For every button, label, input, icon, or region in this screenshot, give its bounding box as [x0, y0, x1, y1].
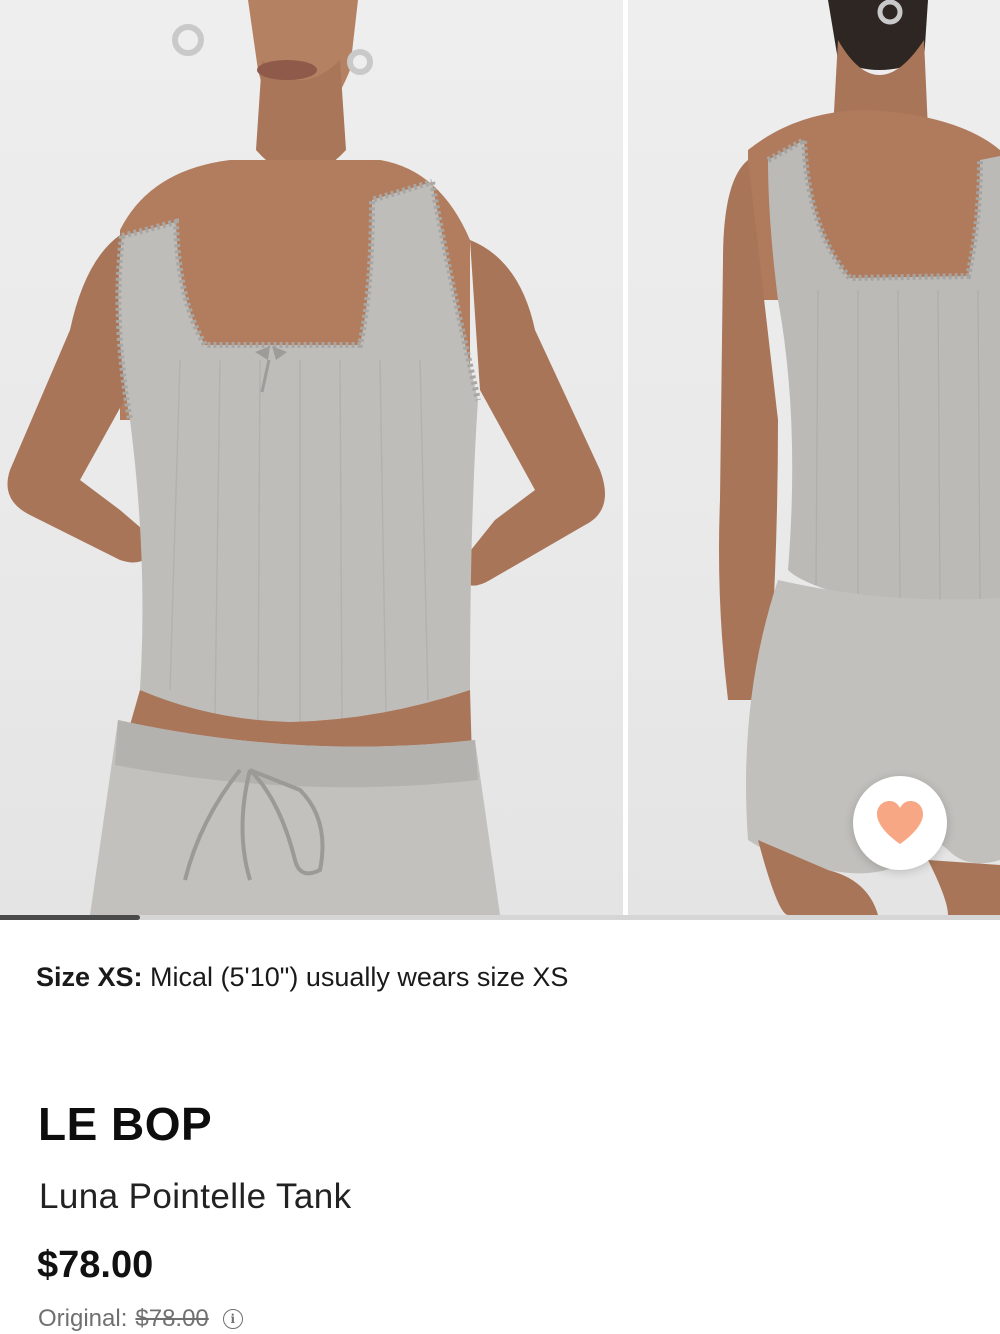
gallery-scrollbar-thumb[interactable] — [0, 915, 140, 920]
product-title: Luna Pointelle Tank — [39, 1177, 352, 1216]
back-photo-illustration — [719, 0, 1000, 915]
product-image-gallery[interactable] — [0, 0, 1000, 920]
info-icon[interactable]: i — [222, 1309, 243, 1329]
size-note-text: Mical (5'10") usually wears size XS — [142, 962, 569, 992]
product-image-back[interactable] — [628, 0, 1000, 915]
brand-name[interactable]: LE BOP — [38, 1097, 212, 1151]
size-label: Size XS: — [36, 962, 143, 992]
original-price-row: Original: $78.00 i — [38, 1304, 243, 1334]
model-size-note: Size XS: Mical (5'10") usually wears siz… — [36, 960, 568, 994]
product-image-front[interactable] — [0, 0, 623, 915]
current-price: $78.00 — [37, 1244, 154, 1286]
front-photo-illustration — [7, 0, 605, 915]
original-price-label: Original: — [38, 1305, 128, 1332]
gallery-scrollbar[interactable] — [0, 915, 1000, 920]
original-price-value: $78.00 — [135, 1305, 209, 1332]
heart-icon — [877, 801, 923, 844]
favorite-button[interactable] — [853, 776, 947, 870]
